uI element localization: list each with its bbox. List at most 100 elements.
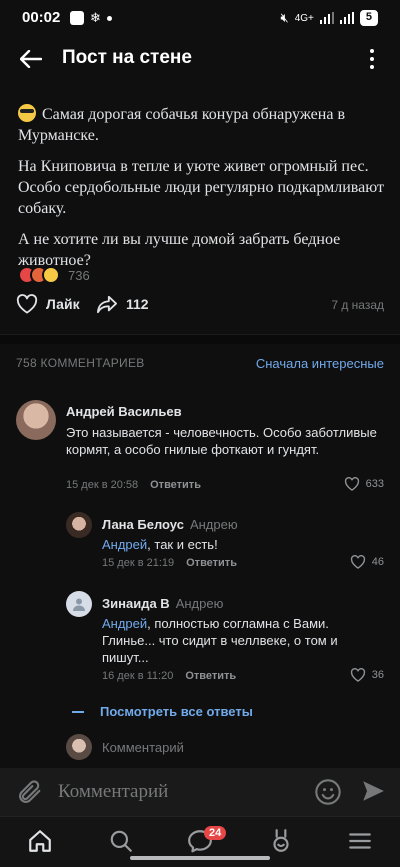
post-paragraph: На Книповича в тепле и уюте живет огромн…	[18, 158, 384, 217]
attach-button[interactable]	[16, 778, 44, 806]
comment-reply-to[interactable]: Андрею	[176, 596, 224, 611]
send-button[interactable]	[360, 778, 388, 806]
post-paragraph-text: Самая дорогая собачья конура обнаружена …	[18, 106, 345, 144]
home-indicator	[130, 856, 270, 860]
comment-text: Это называется - человечность. Особо заб…	[66, 425, 377, 457]
notification-icon	[70, 11, 84, 25]
post-actions: Лайк 112 7 д назад	[16, 294, 384, 320]
share-icon	[97, 295, 117, 314]
comment-text-body: , так и есть!	[147, 537, 218, 552]
comments-header: 758 КОММЕНТАРИЕВ Сначала интересные	[16, 356, 384, 374]
battery-indicator: 5	[359, 10, 378, 26]
mute-icon: 🔇︎	[280, 10, 289, 25]
signal-icon-2	[339, 12, 354, 24]
comment-date: 15 дек в 20:58	[66, 479, 139, 491]
post-paragraph: А не хотите ли вы лучше домой забрать бе…	[18, 231, 341, 269]
back-button[interactable]	[16, 46, 46, 72]
hamburger-menu-icon	[349, 833, 371, 849]
comment-author[interactable]: Андрей Васильев	[66, 404, 182, 419]
like-label: Лайк	[46, 296, 80, 312]
status-system-icons: 🔇︎ 4G+ 5	[280, 10, 378, 26]
more-dot	[370, 49, 374, 53]
share-button[interactable]: 112	[96, 294, 149, 314]
status-time: 00:02	[22, 9, 61, 26]
comment-reply-item: Зинаида В Андрею Андрей, полностью соглам…	[66, 591, 384, 687]
avatar[interactable]	[66, 512, 92, 538]
inline-comment-placeholder: Комментарий	[102, 739, 184, 755]
app-header: Пост на стене	[0, 36, 400, 82]
user-placeholder-icon	[73, 598, 85, 611]
sunglasses-emoji-icon	[18, 104, 36, 122]
comments-count: 758 КОММЕНТАРИЕВ	[16, 356, 145, 370]
comment-text: Андрей, так и есть!	[102, 536, 382, 553]
comment-like-count: 633	[365, 478, 384, 490]
comment-author[interactable]: Зинаида В	[102, 596, 170, 611]
comment-reply-to[interactable]: Андрею	[190, 517, 238, 532]
nav-menu[interactable]	[345, 826, 375, 856]
messages-badge: 24	[204, 826, 227, 840]
comment-like-button[interactable]: 46	[350, 555, 384, 569]
comment-composer	[0, 768, 400, 816]
comment-like-count: 36	[371, 669, 384, 681]
reactions-count: 736	[68, 267, 90, 283]
status-bar: 00:02 ❄ 🔇︎ 4G+ 5	[0, 0, 400, 36]
reply-button[interactable]: Ответить	[185, 670, 236, 682]
more-menu-button[interactable]	[364, 46, 380, 72]
nav-clips[interactable]	[266, 826, 296, 856]
paperclip-icon	[19, 780, 41, 803]
reactions-summary[interactable]: 736	[18, 266, 90, 284]
nav-home[interactable]	[25, 826, 55, 856]
heart-outline-icon	[16, 294, 38, 314]
avatar[interactable]	[16, 400, 56, 440]
reply-button[interactable]: Ответить	[186, 557, 237, 569]
avatar[interactable]	[66, 591, 92, 617]
show-all-replies-link[interactable]: Посмотреть все ответы	[72, 704, 253, 719]
comment-header: Лана Белоус Андрею	[102, 516, 238, 534]
smile-icon	[315, 779, 341, 805]
network-label: 4G+	[294, 12, 314, 24]
comment-like-button[interactable]: 633	[344, 477, 384, 491]
avatar	[66, 734, 92, 760]
more-dot	[370, 57, 374, 61]
comment-meta: 15 дек в 20:58 Ответить	[66, 479, 201, 491]
clips-icon	[273, 829, 289, 852]
heart-outline-icon	[344, 477, 359, 491]
dash-icon	[72, 710, 84, 713]
nav-search[interactable]	[106, 826, 136, 856]
comments-sort-link[interactable]: Сначала интересные	[256, 356, 384, 371]
comment-text: Андрей, полностью согламна с Вами. Глинь…	[102, 615, 382, 666]
comment-like-count: 46	[371, 556, 384, 568]
comment-date: 15 дек в 21:19	[102, 557, 175, 569]
post-text: Самая дорогая собачья конура обнаружена …	[18, 104, 388, 281]
home-icon	[29, 830, 51, 852]
mention-link[interactable]: Андрей	[102, 616, 147, 631]
post-paragraph: Самая дорогая собачья конура обнаружена …	[18, 104, 388, 146]
share-count: 112	[126, 296, 149, 312]
signal-icon	[319, 12, 334, 24]
arrow-left-icon	[20, 50, 42, 68]
comment-item: Андрей Васильев Это называется - человеч…	[16, 398, 384, 494]
comment-like-button[interactable]: 36	[350, 668, 384, 682]
post-date: 7 д назад	[331, 298, 384, 312]
comment-meta: 16 дек в 11:20 Ответить	[102, 670, 236, 682]
dot-icon	[106, 15, 112, 21]
heart-outline-icon	[350, 555, 365, 569]
status-notification-icons: ❄	[70, 10, 112, 26]
mention-link[interactable]: Андрей	[102, 537, 147, 552]
inline-comment-field[interactable]: Комментарий	[66, 734, 184, 760]
comment-header: Зинаида В Андрею	[102, 595, 223, 613]
like-button[interactable]: Лайк	[16, 294, 80, 314]
search-icon	[110, 830, 132, 852]
emoji-button[interactable]	[314, 778, 342, 806]
snowflake-icon: ❄	[90, 10, 101, 25]
comment-meta: 15 дек в 21:19 Ответить	[102, 557, 237, 569]
reply-button[interactable]: Ответить	[150, 479, 201, 491]
section-divider	[0, 334, 400, 344]
page-title: Пост на стене	[62, 47, 192, 68]
heart-outline-icon	[350, 668, 365, 682]
comment-input[interactable]	[58, 778, 298, 806]
sad-reaction-icon	[42, 266, 60, 284]
comment-author[interactable]: Лана Белоус	[102, 517, 184, 532]
send-icon	[363, 781, 384, 801]
show-all-replies-label: Посмотреть все ответы	[100, 704, 253, 719]
